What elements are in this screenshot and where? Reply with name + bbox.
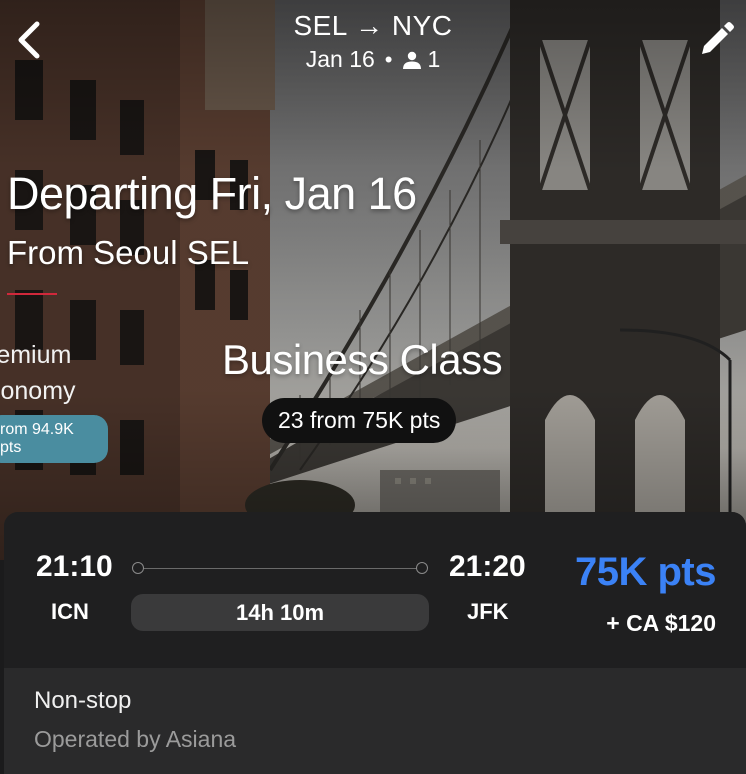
flight-duration: 14h 10m	[131, 594, 429, 631]
cabin-name: Business Class	[222, 336, 503, 383]
departure-heading: Departing Fri, Jan 16	[7, 168, 417, 219]
route-destination: NYC	[391, 10, 453, 41]
edit-search-button[interactable]	[694, 18, 738, 62]
separator-dot: •	[384, 46, 393, 72]
route-title: SEL → NYC	[0, 10, 746, 42]
stops-info: Non-stop	[34, 687, 132, 714]
cabin-summary-chip: 23 from 75K pts	[262, 398, 457, 443]
cabin-name-line1: remium	[0, 341, 72, 369]
points-price: 75K pts	[575, 550, 717, 594]
departure-time: 21:10	[36, 550, 113, 583]
arrival-airport: JFK	[467, 599, 509, 624]
cabin-name-line2: conomy	[0, 377, 76, 405]
route-origin: SEL	[293, 10, 347, 41]
trip-date: Jan 16	[305, 46, 375, 72]
arrow-right-icon: →	[355, 10, 384, 41]
arrival-time: 21:20	[449, 550, 526, 583]
pencil-icon	[702, 22, 734, 54]
passenger-count: 1	[402, 46, 440, 73]
trip-summary: Jan 16 • 1	[0, 46, 746, 73]
route-end-node	[416, 562, 428, 574]
origin-subheading: From Seoul SEL	[7, 234, 250, 271]
operator-info: Operated by Asiana	[34, 726, 237, 752]
flight-result-card[interactable]: 21:10 ICN 14h 10m 21:20 JFK 75K pts + CA…	[4, 512, 746, 774]
route-start-node	[132, 562, 144, 574]
person-icon	[403, 51, 422, 69]
passenger-number: 1	[427, 46, 441, 72]
cash-fee: + CA $120	[606, 610, 716, 636]
departure-airport: ICN	[51, 599, 89, 624]
cabin-price-chip: rom 94.9K pts	[0, 415, 108, 463]
cabin-option-business[interactable]: Business Class 23 from 75K pts	[222, 336, 532, 443]
top-bar: SEL → NYC Jan 16 • 1	[0, 0, 746, 90]
route-line	[138, 568, 424, 569]
flight-times-section: 21:10 ICN 14h 10m 21:20 JFK 75K pts + CA…	[4, 512, 746, 668]
cabin-option-premium-economy[interactable]: remium conomy rom 94.9K pts	[0, 337, 108, 463]
accent-divider	[7, 293, 57, 295]
